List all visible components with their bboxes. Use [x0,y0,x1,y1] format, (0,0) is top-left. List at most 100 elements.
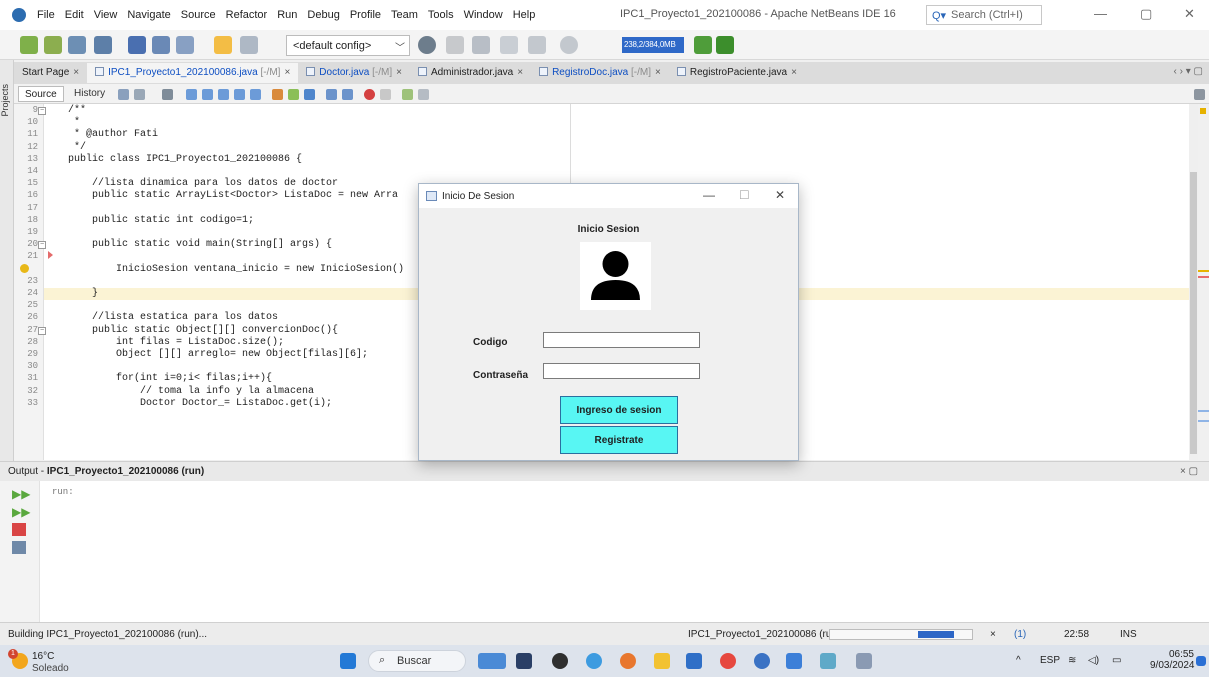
forward-icon[interactable] [134,89,145,100]
tab-4[interactable]: RegistroDoc.java [-/M] × [531,63,669,83]
widget-icon[interactable] [478,653,506,669]
codigo-input[interactable] [543,332,700,348]
menu-source[interactable]: Source [176,9,221,21]
netbeans-taskbar-icon[interactable] [856,653,872,669]
dialog-close-button[interactable]: ✕ [775,188,785,202]
fold-toggle-icon[interactable]: − [38,107,46,115]
shift-right-icon[interactable] [342,89,353,100]
projects-tab[interactable]: Projects [0,84,14,117]
tab-close-icon[interactable]: × [517,67,523,78]
tab-close-icon[interactable]: × [396,67,402,78]
hint-bulb-icon[interactable] [20,263,29,273]
run-icon[interactable] [500,36,518,54]
password-input[interactable] [543,363,700,379]
register-button[interactable]: Registrate [560,426,678,454]
window-minimize-button[interactable]: — [1094,6,1107,21]
new-file-icon[interactable] [20,36,38,54]
volume-icon[interactable]: ◁) [1088,655,1099,666]
next-bookmark-icon[interactable] [288,89,299,100]
stop-macro-icon[interactable] [380,89,391,100]
line-marker[interactable] [1198,270,1209,272]
dialog-minimize-button[interactable]: — [703,188,715,202]
gc-icon[interactable] [694,36,712,54]
breakpoint-arrow-icon[interactable] [48,251,53,260]
fold-toggle-icon[interactable]: − [38,241,46,250]
stop-icon[interactable] [12,523,26,536]
source-view-button[interactable]: Source [18,86,64,102]
shift-left-icon[interactable] [326,89,337,100]
find-icon[interactable] [162,89,173,100]
file-explorer-icon[interactable] [654,653,670,669]
menu-help[interactable]: Help [508,9,541,21]
save-all-icon[interactable] [94,36,112,54]
previous-bookmark-icon[interactable] [272,89,283,100]
toggle-highlight-icon[interactable] [234,89,245,100]
menu-window[interactable]: Window [459,9,508,21]
cut-icon[interactable] [128,36,146,54]
menu-file[interactable]: File [32,9,60,21]
wifi-icon[interactable]: ≋ [1068,655,1076,666]
toggle-bookmark-icon[interactable] [304,89,315,100]
find-previous-icon[interactable] [186,89,197,100]
config-settings-icon[interactable] [418,36,436,54]
rerun-different-icon[interactable]: ▶▶ [12,505,30,519]
dialog-maximize-button[interactable]: ☐ [739,188,750,202]
app-icon[interactable] [786,653,802,669]
bookmark-icon[interactable] [250,89,261,100]
editor-vertical-scrollbar[interactable] [1189,104,1198,460]
java-app-icon[interactable] [820,653,836,669]
find-selection-icon[interactable] [218,89,229,100]
memory-indicator[interactable]: 238,2/384,0MB [622,37,684,53]
open-project-icon[interactable] [68,36,86,54]
tab-close-icon[interactable]: × [655,67,661,78]
split-editor-icon[interactable] [1194,89,1205,100]
window-close-button[interactable]: ✕ [1184,6,1195,22]
tab-close-icon[interactable]: × [791,67,797,78]
comment-icon[interactable] [402,89,413,100]
word-icon[interactable] [686,653,702,669]
dell-icon[interactable] [552,653,568,669]
tab-2[interactable]: Doctor.java [-/M] × [298,63,410,83]
menu-tools[interactable]: Tools [423,9,459,21]
running-task[interactable]: IPC1_Proyecto1_202100086 (run) [688,629,840,640]
output-panel[interactable]: ▶▶ ▶▶ run: [0,481,1209,622]
occurrence-marker[interactable] [1198,410,1209,412]
windows-start-icon[interactable] [340,653,356,669]
window-maximize-button[interactable]: ▢ [1140,6,1152,22]
edge-icon[interactable] [586,653,602,669]
taskbar-search[interactable]: ⌕ Buscar [368,650,466,672]
config-select[interactable]: <default config> ﹀ [286,35,410,56]
uncomment-icon[interactable] [418,89,429,100]
notifications-badge[interactable]: (1) [1014,629,1026,640]
output-title[interactable]: Output - IPC1_Proyecto1_202100086 (run) [8,466,204,477]
dialog-titlebar[interactable]: Inicio De Sesion — ☐ ✕ [419,184,798,208]
menu-navigate[interactable]: Navigate [122,9,175,21]
build-icon[interactable] [446,36,464,54]
new-project-icon[interactable] [44,36,62,54]
output-settings-icon[interactable] [12,541,26,554]
tab-0[interactable]: Start Page × [14,63,87,83]
tab-3[interactable]: Administrador.java × [410,63,531,83]
tab-navigation[interactable]: ‹ › ▾ ▢ [1174,66,1203,77]
back-icon[interactable] [118,89,129,100]
start-macro-icon[interactable] [364,89,375,100]
clean-build-icon[interactable] [472,36,490,54]
tab-close-icon[interactable]: × [284,67,290,78]
tab-close-icon[interactable]: × [73,67,79,78]
ide-search-input[interactable]: Q▾ Search (Ctrl+I) [926,5,1042,25]
menu-run[interactable]: Run [272,9,302,21]
profile-icon[interactable] [560,36,578,54]
menu-view[interactable]: View [89,9,123,21]
menu-team[interactable]: Team [386,9,423,21]
menu-profile[interactable]: Profile [345,9,386,21]
language-indicator[interactable]: ESP [1040,655,1060,666]
tab-5[interactable]: RegistroPaciente.java × [669,63,805,83]
tab-1[interactable]: IPC1_Proyecto1_202100086.java [-/M] × [87,63,299,83]
history-view-button[interactable]: History [74,88,105,99]
scrollbar-thumb[interactable] [1190,172,1197,454]
warning-marker-icon[interactable] [1200,108,1206,114]
login-button[interactable]: Ingreso de sesion [560,396,678,424]
cancel-task-button[interactable]: × [990,629,996,640]
debug-icon[interactable] [528,36,546,54]
undo-icon[interactable] [214,36,232,54]
